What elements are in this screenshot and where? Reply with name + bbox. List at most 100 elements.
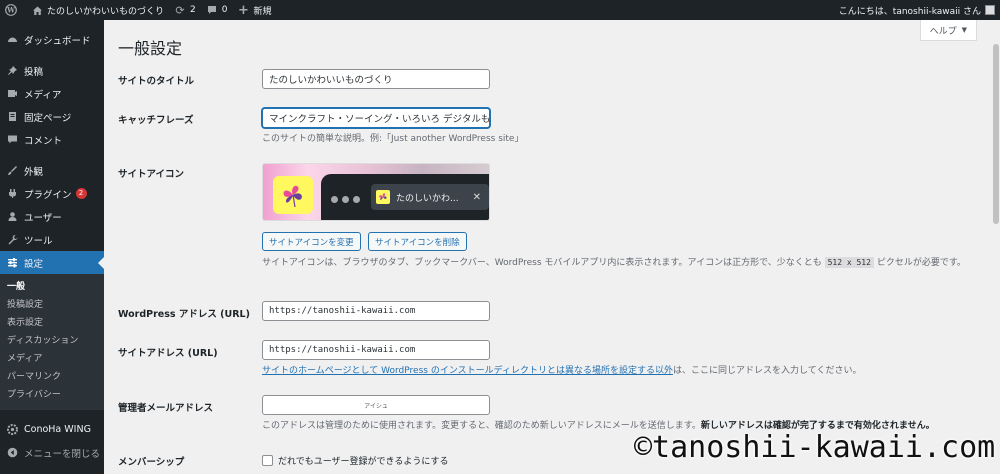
submenu-item-media[interactable]: メディア <box>0 350 104 368</box>
brush-icon <box>6 165 18 177</box>
admin-email-input[interactable]: アイシュ <box>262 395 490 415</box>
sidebar-item-label: ConoHa WING <box>24 424 91 435</box>
browser-tab-preview: たのしいかわ... ✕ <box>321 174 489 220</box>
icon-desc-text: サイトアイコンは、ブラウザのタブ、ブックマークバー、WordPress モバイル… <box>262 258 822 268</box>
site-address-label: サイトアドレス (URL) <box>118 348 218 359</box>
conoha-gear-icon <box>6 424 18 436</box>
sidebar-item-users[interactable]: ユーザー <box>0 205 104 228</box>
site-address-input[interactable]: https://tanoshii-kawaii.com <box>262 340 490 360</box>
caret-down-icon: ▼ <box>961 26 967 34</box>
sidebar-item-label: ダッシュボード <box>24 35 91 47</box>
membership-label: メンバーシップ <box>118 457 185 468</box>
wordpress-address-input[interactable]: https://tanoshii-kawaii.com <box>262 301 490 321</box>
tagline-description: このサイトの簡単な説明。例:「Just another WordPress si… <box>262 134 524 144</box>
page-title: 一般設定 <box>118 39 183 58</box>
site-address-description: サイトのホームページとして WordPress のインストールディレクトリとは異… <box>262 363 861 376</box>
sidebar-item-label: 設定 <box>24 258 44 270</box>
submenu-item-general[interactable]: 一般 <box>0 278 104 296</box>
user-icon <box>6 211 18 223</box>
updates-count: 2 <box>190 5 196 15</box>
settings-icon <box>6 257 18 269</box>
change-site-icon-button[interactable]: サイトアイコンを変更 <box>262 232 361 251</box>
sidebar-item-comments[interactable]: コメント <box>0 128 104 151</box>
pin-icon <box>6 65 18 77</box>
sidebar-item-plugins[interactable]: プラグイン 2 <box>0 182 104 205</box>
site-name-link[interactable]: たのしいかわいいものづくり <box>26 0 169 20</box>
preview-browser-tab: たのしいかわ... ✕ <box>371 184 489 210</box>
site-address-desc-text: は、ここに同じアドレスを入力してください。 <box>673 366 862 376</box>
help-label: ヘルプ <box>929 26 957 37</box>
sidebar-item-media[interactable]: メディア <box>0 82 104 105</box>
page-scrollbar[interactable] <box>992 20 1000 474</box>
membership-checkbox[interactable] <box>262 455 273 466</box>
membership-checkbox-label[interactable]: だれでもユーザー登録ができるようにする <box>278 454 448 467</box>
scrollbar-thumb[interactable] <box>993 44 999 224</box>
sidebar-item-label: コメント <box>24 135 63 147</box>
clover-heart-icon <box>283 185 302 208</box>
window-dots <box>331 196 360 203</box>
svg-text:W: W <box>6 6 15 15</box>
site-icon-label: サイトアイコン <box>118 169 185 180</box>
submenu-item-discussion[interactable]: ディスカッション <box>0 332 104 350</box>
wordpress-logo-icon: W <box>5 4 17 16</box>
wordpress-address-label: WordPress アドレス (URL) <box>118 309 250 320</box>
collapse-menu-button[interactable]: メニューを閉じる <box>0 441 104 464</box>
submenu-item-privacy[interactable]: プライバシー <box>0 386 104 404</box>
submenu-item-reading[interactable]: 表示設定 <box>0 314 104 332</box>
icon-desc-text-end: ピクセルが必要です。 <box>876 258 966 268</box>
sidebar-item-pages[interactable]: 固定ページ <box>0 105 104 128</box>
submenu-item-permalinks[interactable]: パーマリンク <box>0 368 104 386</box>
submenu-item-writing[interactable]: 投稿設定 <box>0 296 104 314</box>
sidebar-item-label: プラグイン <box>24 189 72 201</box>
updates-icon: ⟳ <box>175 3 185 17</box>
preview-tab-title: たのしいかわ... <box>396 193 459 204</box>
site-title-label: サイトのタイトル <box>118 76 195 87</box>
comments-count: 0 <box>221 5 228 15</box>
site-address-help-link[interactable]: サイトのホームページとして WordPress のインストールディレクトリとは異… <box>262 366 673 376</box>
sidebar-item-tools[interactable]: ツール <box>0 228 104 251</box>
tagline-label: キャッチフレーズ <box>118 115 194 126</box>
sidebar-item-label: ツール <box>24 235 53 247</box>
wordpress-logo-button[interactable]: W <box>0 0 26 20</box>
sidebar-item-posts[interactable]: 投稿 <box>0 59 104 82</box>
collapse-arrow-icon <box>6 447 18 459</box>
sidebar-item-label: ユーザー <box>24 212 62 224</box>
help-tab-button[interactable]: ヘルプ ▼ <box>919 20 977 41</box>
greeting: こんにちは、tanoshii-kawaii さん <box>838 6 981 17</box>
site-name: たのしいかわいいものづくり <box>47 6 165 17</box>
site-icon-description: サイトアイコンは、ブラウザのタブ、ブックマークバー、WordPress モバイル… <box>262 255 966 268</box>
updates-link[interactable]: ⟳ 2 <box>169 0 201 20</box>
comment-icon <box>6 134 18 146</box>
plugin-update-badge: 2 <box>75 188 87 199</box>
favicon-icon <box>376 190 390 204</box>
tagline-input[interactable]: マインクラフト・ソーイング・いろいろ デジタルもの <box>262 108 490 128</box>
site-icon-preview: たのしいかわ... ✕ <box>262 163 490 221</box>
media-icon <box>6 88 18 100</box>
remove-site-icon-button[interactable]: サイトアイコンを削除 <box>368 232 467 251</box>
sidebar-item-conoha-wing[interactable]: ConoHa WING <box>0 418 104 441</box>
comment-bubble-icon <box>206 4 218 16</box>
new-content-link[interactable]: + 新規 <box>232 0 276 20</box>
admin-sidebar: ダッシュボード 投稿 メディア 固定ページ コメント 外観 プラグイン 2 ユー… <box>0 20 104 474</box>
close-icon: ✕ <box>472 191 481 203</box>
sidebar-item-label: 固定ページ <box>24 112 72 124</box>
sidebar-item-appearance[interactable]: 外観 <box>0 159 104 182</box>
icon-size-code: 512 x 512 <box>824 257 874 268</box>
my-account-link[interactable]: こんにちは、tanoshii-kawaii さん <box>834 0 1000 20</box>
page-icon <box>6 111 18 123</box>
site-title-input[interactable]: たのしいかわいいものづくり <box>262 69 490 89</box>
sidebar-item-dashboard[interactable]: ダッシュボード <box>0 28 104 51</box>
comments-link[interactable]: 0 <box>201 0 233 20</box>
copyright-watermark: ©tanoshii-kawaii.com <box>634 430 996 465</box>
dashboard-icon <box>6 34 18 46</box>
admin-email-label: 管理者メールアドレス <box>118 403 214 414</box>
sidebar-item-settings[interactable]: 設定 <box>0 251 104 274</box>
avatar <box>985 5 995 15</box>
plus-icon: + <box>238 2 249 18</box>
main-content: ヘルプ ▼ 一般設定 サイトのタイトル たのしいかわいいものづくり キャッチフレ… <box>104 20 1000 474</box>
sidebar-item-label: メニューを閉じる <box>24 448 101 460</box>
settings-submenu: 一般 投稿設定 表示設定 ディスカッション メディア パーマリンク プライバシー <box>0 274 104 410</box>
wrench-icon <box>6 234 18 246</box>
sidebar-item-label: メディア <box>24 89 62 101</box>
admin-bar: W たのしいかわいいものづくり ⟳ 2 0 + 新規 こんにちは、tanoshi… <box>0 0 1000 20</box>
